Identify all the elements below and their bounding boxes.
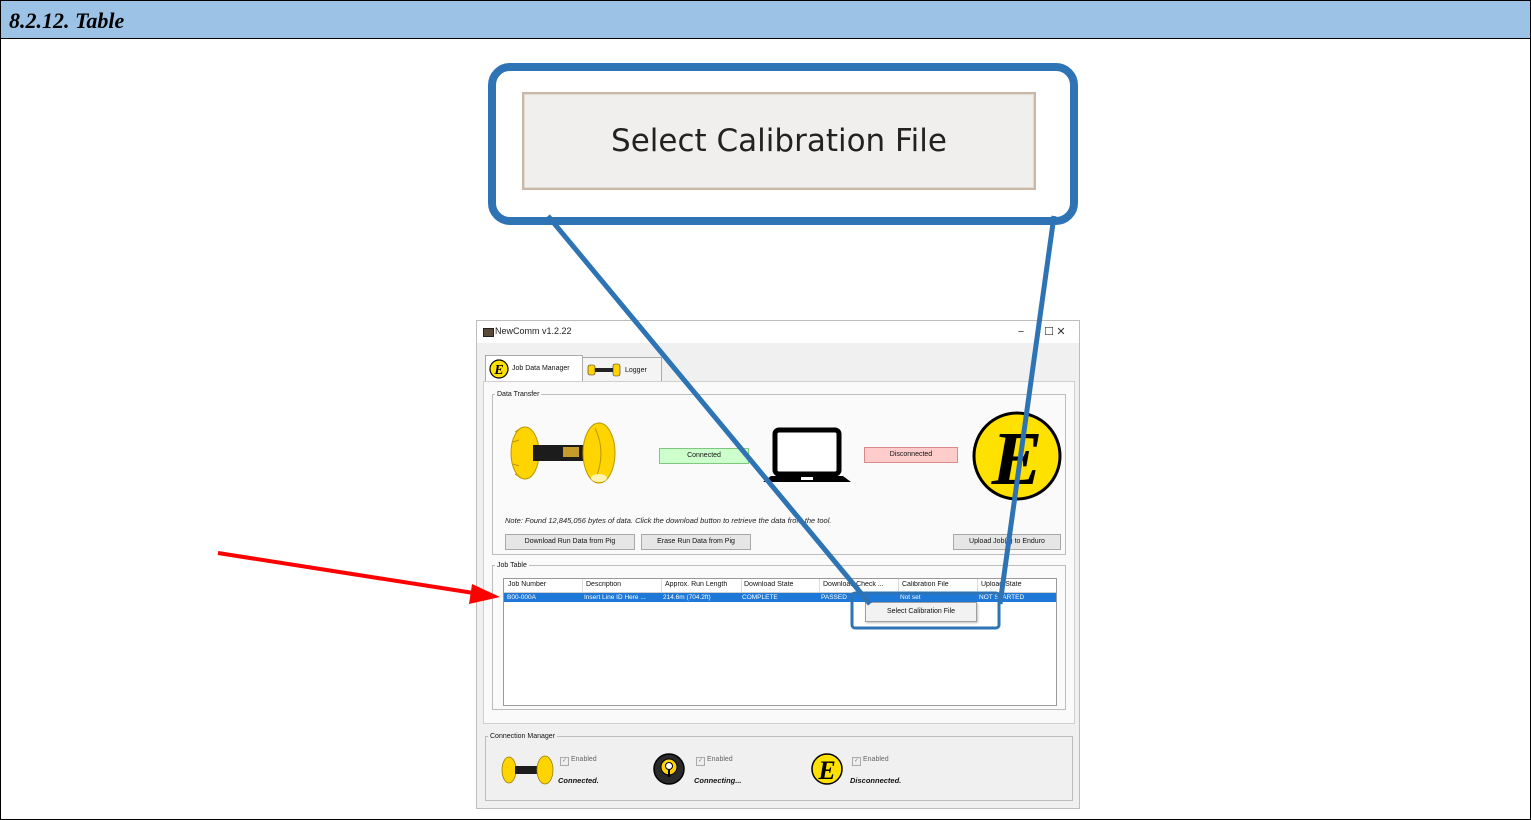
newcomm-window: NewComm v1.2.22 − ☐ ✕ E Job Data Manager… [476, 320, 1080, 809]
table-header: Job Number Description Approx. Run Lengt… [504, 579, 1056, 593]
minimize-button[interactable]: − [1007, 324, 1035, 340]
svg-text:E: E [991, 417, 1043, 501]
context-menu: Select Calibration File [865, 602, 977, 622]
job-data-manager-panel: Data Transfer Connected Disconnected E N… [483, 381, 1075, 724]
pig-icon [501, 755, 554, 785]
cell-download-check: PASSED [821, 594, 847, 601]
data-found-note: Note: Found 12,845,056 bytes of data. Cl… [505, 516, 832, 525]
enduro-enabled-checkbox[interactable]: ✓ Enabled [852, 756, 889, 766]
group-legend: Connection Manager [490, 733, 555, 740]
group-legend: Data Transfer [497, 391, 540, 398]
column-header[interactable]: Download Check ... [823, 581, 897, 588]
column-divider[interactable] [819, 579, 820, 592]
cell-download-state: COMPLETE [742, 594, 778, 601]
tab-label: Job Data Manager [512, 365, 570, 372]
select-calibration-file-menu-item[interactable]: Select Calibration File [866, 603, 976, 621]
section-heading: 8.2.12. Table [9, 8, 125, 33]
logger-icon [653, 753, 685, 785]
cell-upload-state: NOT STARTED [979, 594, 1025, 601]
column-divider[interactable] [582, 579, 583, 592]
pig-icon [587, 363, 621, 377]
connected-status-box: Connected [659, 448, 749, 464]
disconnected-status-box: Disconnected [864, 447, 958, 463]
check-icon: ✓ [696, 757, 705, 766]
enduro-logo-icon: E [972, 411, 1062, 501]
window-title: NewComm v1.2.22 [495, 326, 572, 336]
enduro-logo-icon: E [811, 753, 843, 785]
column-divider[interactable] [741, 579, 742, 592]
tab-label: Logger [625, 367, 647, 374]
title-bar: NewComm v1.2.22 − ☐ ✕ [477, 321, 1079, 343]
column-header[interactable]: Job Number [508, 581, 580, 588]
column-header[interactable]: Download State [744, 581, 818, 588]
erase-run-data-button[interactable]: Erase Run Data from Pig [641, 534, 751, 550]
column-divider[interactable] [977, 579, 978, 592]
connection-manager-group: Connection Manager ✓ Enabled Connected. ✓… [485, 733, 1073, 801]
check-icon: ✓ [852, 757, 861, 766]
tab-job-data-manager[interactable]: E Job Data Manager [485, 355, 583, 382]
column-header[interactable]: Description [586, 581, 660, 588]
column-divider[interactable] [898, 579, 899, 592]
job-table[interactable]: Job Number Description Approx. Run Lengt… [503, 578, 1057, 706]
enabled-label: Enabled [707, 756, 733, 763]
column-header[interactable]: Calibration File [902, 581, 976, 588]
group-legend: Job Table [497, 562, 527, 569]
app-icon [483, 328, 494, 337]
column-header[interactable]: Upload State [981, 581, 1053, 588]
close-button[interactable]: ✕ [1049, 324, 1073, 340]
logger-enabled-checkbox[interactable]: ✓ Enabled [696, 756, 733, 766]
data-transfer-group: Data Transfer Connected Disconnected E N… [492, 391, 1066, 555]
cell-calibration-file: Not set [900, 594, 921, 601]
svg-text:E: E [817, 756, 835, 785]
table-row[interactable]: B00-000A Insert Line ID Here ... 214.6m … [504, 593, 1056, 602]
download-run-data-button[interactable]: Download Run Data from Pig [505, 534, 635, 550]
tab-logger[interactable]: Logger [582, 357, 662, 382]
pig-tool-image [510, 422, 616, 484]
column-header[interactable]: Approx. Run Length [665, 581, 741, 588]
pig-connection-status: Connected. [558, 776, 599, 785]
job-table-group: Job Table Job Number Description Approx.… [492, 562, 1066, 710]
section-header: 8.2.12. Table [1, 1, 1530, 39]
enabled-label: Enabled [863, 756, 889, 763]
upload-jobs-button[interactable]: Upload Job(s) to Enduro [953, 534, 1061, 550]
cell-job-number: B00-000A [507, 594, 536, 601]
enduro-logo-icon: E [489, 359, 509, 379]
enabled-label: Enabled [571, 756, 597, 763]
enduro-connection-status: Disconnected. [850, 776, 902, 785]
pig-enabled-checkbox[interactable]: ✓ Enabled [560, 756, 597, 766]
column-divider[interactable] [661, 579, 662, 592]
svg-text:E: E [493, 363, 503, 378]
zoomed-select-calibration-button: Select Calibration File [522, 92, 1036, 190]
zoom-callout: Select Calibration File [488, 63, 1078, 225]
cell-description: Insert Line ID Here ... [584, 594, 646, 601]
check-icon: ✓ [560, 757, 569, 766]
logger-connection-status: Connecting... [694, 776, 742, 785]
laptop-icon [763, 427, 851, 482]
cell-run-length: 214.6m (704.2ft) [663, 594, 711, 601]
